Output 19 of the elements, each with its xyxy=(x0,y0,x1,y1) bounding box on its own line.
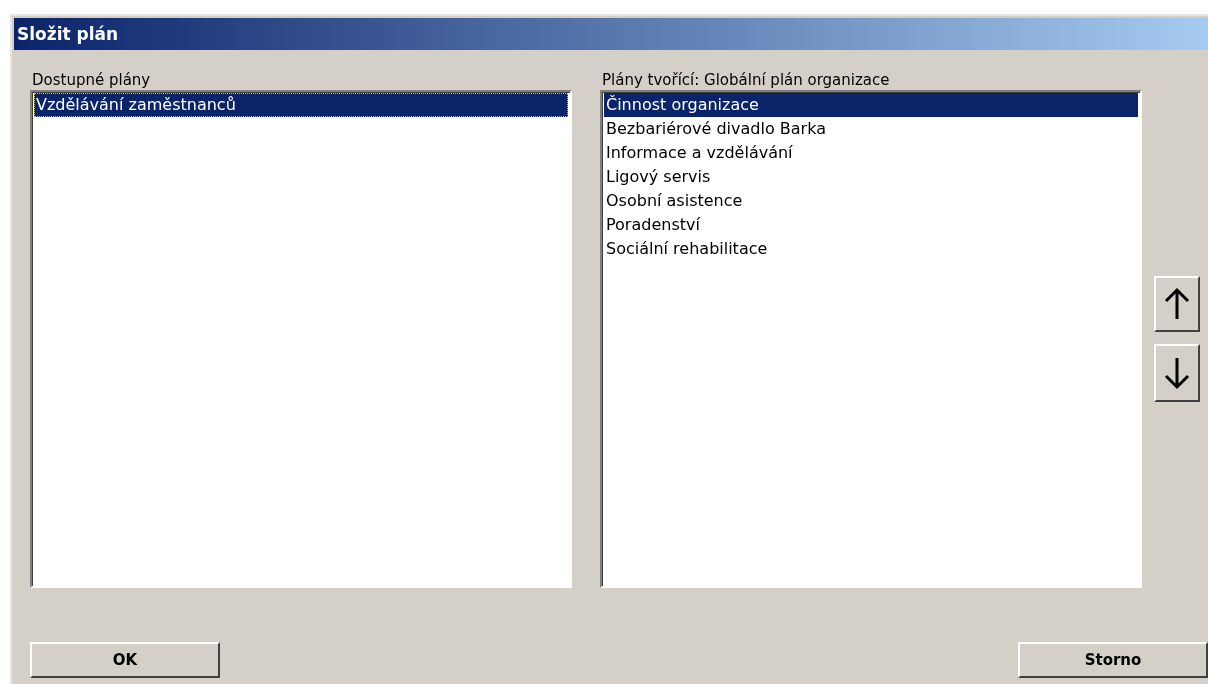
dialog-button[interactable]: OK xyxy=(30,642,220,678)
move-down-button[interactable] xyxy=(1154,344,1200,402)
list-item[interactable]: Osobní asistence xyxy=(604,189,1138,213)
list-item[interactable]: Poradenství xyxy=(604,213,1138,237)
list-item[interactable]: Informace a vzdělávání xyxy=(604,141,1138,165)
list-item[interactable]: Ligový servis xyxy=(604,165,1138,189)
list-label: Plány tvořící: Globální plán organizace xyxy=(602,70,891,90)
available-plans-list[interactable]: Vzdělávání zaměstnanců xyxy=(30,90,572,588)
list-item[interactable]: Činnost organizace xyxy=(604,93,1138,117)
move-up-button[interactable] xyxy=(1154,276,1200,332)
arrow-up-icon xyxy=(1164,287,1190,321)
dialog-button[interactable]: Storno xyxy=(1018,642,1208,678)
arrow-down-icon xyxy=(1164,356,1190,390)
list-item[interactable]: Sociální rehabilitace xyxy=(604,237,1138,261)
list-label: Dostupné plány xyxy=(32,70,152,90)
window-title: Složit plán xyxy=(14,18,1208,50)
list-item[interactable]: Bezbariérové divadlo Barka xyxy=(604,117,1138,141)
list-item[interactable]: Vzdělávání zaměstnanců xyxy=(34,93,568,117)
composing-plans-list[interactable]: Činnost organizace Bezbariérové divadlo Barka Informace a vzdělávání Ligový servis Osobní asistence Poradenství Sociální rehabilitace xyxy=(600,90,1142,588)
